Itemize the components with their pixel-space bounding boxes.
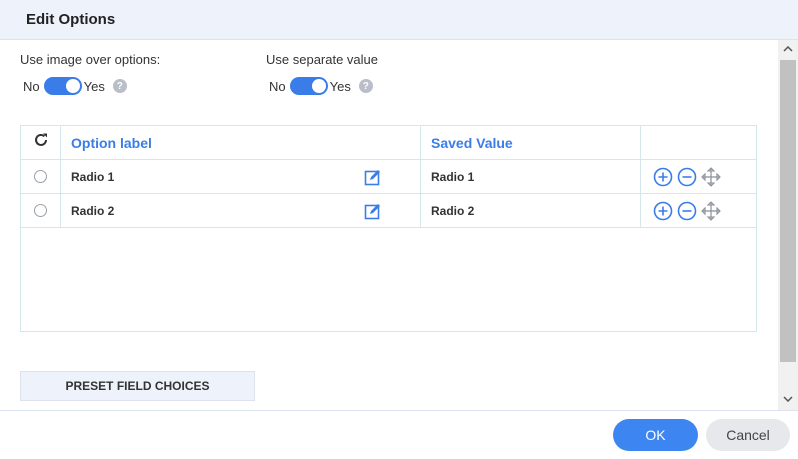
row-actions (641, 194, 756, 227)
header-option-label: Option label (61, 126, 421, 159)
help-icon[interactable]: ? (358, 79, 373, 93)
separate-value-label: Use separate value (266, 52, 379, 67)
toggle-off-label: No (269, 78, 286, 94)
add-circle-icon[interactable] (653, 167, 673, 187)
preset-field-choices-button[interactable]: PRESET FIELD CHOICES (20, 371, 255, 401)
toggle-off-label: No (23, 78, 40, 94)
edit-icon[interactable] (364, 202, 382, 225)
dialog-title: Edit Options (26, 11, 116, 28)
saved-value-text[interactable]: Radio 1 (431, 170, 474, 184)
options-table: Option label Saved Value Radio 1 Radio 1 (20, 125, 757, 332)
toggle-knob (311, 79, 326, 93)
remove-circle-icon[interactable] (677, 167, 697, 187)
dialog-header: Edit Options (0, 0, 798, 40)
table-header-row: Option label Saved Value (21, 126, 756, 160)
scroll-up-arrow-icon[interactable] (778, 40, 798, 58)
image-over-options-label: Use image over options: (20, 52, 161, 67)
cancel-button[interactable]: Cancel (706, 419, 790, 451)
option-label-cell: Radio 2 (61, 194, 421, 227)
header-saved-value: Saved Value (421, 126, 641, 159)
table-row: Radio 2 Radio 2 (21, 194, 756, 228)
scrollbar-thumb[interactable] (780, 60, 796, 362)
help-icon[interactable]: ? (112, 79, 127, 93)
remove-circle-icon[interactable] (677, 201, 697, 221)
radio-cell (21, 194, 61, 227)
move-icon[interactable] (701, 200, 721, 221)
image-over-options-toggle-row: No Yes ? (20, 77, 160, 95)
vertical-scrollbar[interactable] (778, 40, 798, 410)
option-label-text[interactable]: Radio 2 (71, 204, 114, 218)
table-row: Radio 1 Radio 1 (21, 160, 756, 194)
move-icon[interactable] (701, 166, 721, 187)
dialog-content: Use image over options: No Yes ? Use sep… (0, 40, 778, 410)
toggle-on-label: Yes (329, 78, 351, 94)
row-actions (641, 160, 756, 193)
default-radio[interactable] (34, 204, 47, 217)
scroll-down-arrow-icon[interactable] (778, 390, 798, 408)
saved-value-cell: Radio 2 (421, 194, 641, 227)
image-over-options-toggle[interactable] (43, 77, 82, 95)
separate-value-setting: Use separate value No Yes ? (266, 52, 378, 95)
reset-cell (21, 126, 61, 159)
image-over-options-setting: Use image over options: No Yes ? (20, 52, 160, 95)
default-radio[interactable] (34, 170, 47, 183)
separate-value-toggle[interactable] (289, 77, 328, 95)
add-circle-icon[interactable] (653, 201, 673, 221)
header-actions (641, 126, 756, 159)
toggle-on-label: Yes (83, 78, 105, 94)
edit-icon[interactable] (364, 168, 382, 191)
separate-value-toggle-row: No Yes ? (266, 77, 378, 95)
saved-value-text[interactable]: Radio 2 (431, 204, 474, 218)
refresh-icon[interactable] (33, 132, 49, 153)
option-label-cell: Radio 1 (61, 160, 421, 193)
ok-button[interactable]: OK (613, 419, 698, 451)
dialog-footer: OK Cancel (0, 410, 798, 459)
toggle-knob (65, 79, 80, 93)
option-label-text[interactable]: Radio 1 (71, 170, 114, 184)
saved-value-cell: Radio 1 (421, 160, 641, 193)
radio-cell (21, 160, 61, 193)
